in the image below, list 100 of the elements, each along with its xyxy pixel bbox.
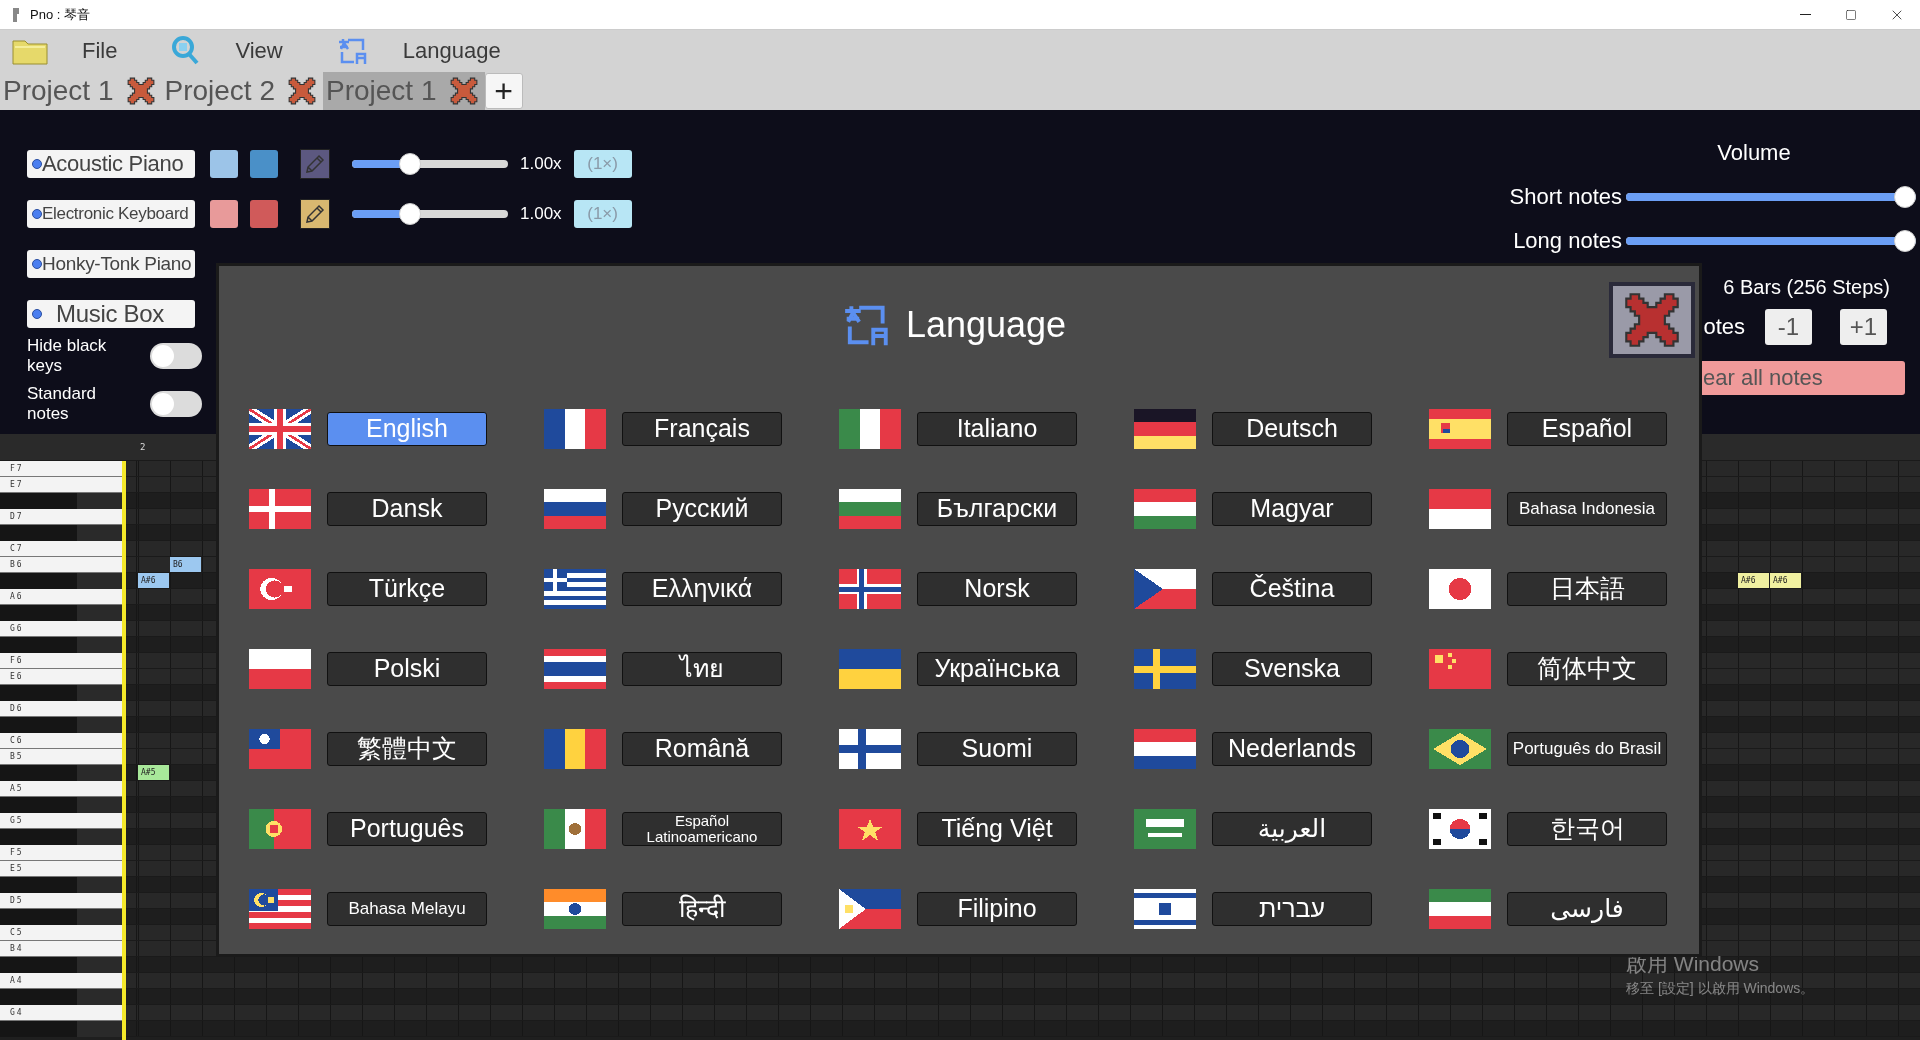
language-button[interactable]: Português do Brasil — [1507, 731, 1667, 766]
slider-thumb[interactable] — [398, 153, 421, 175]
language-button[interactable]: Čeština — [1212, 571, 1372, 606]
language-button[interactable]: Български — [917, 491, 1077, 526]
language-button[interactable]: العربية — [1212, 811, 1372, 846]
language-button[interactable]: Español — [1507, 411, 1667, 446]
piano-key[interactable]: C7 — [0, 541, 122, 557]
toggle-switch[interactable] — [150, 391, 202, 417]
piano-key[interactable] — [0, 797, 122, 813]
step-button[interactable]: -1 — [1765, 309, 1812, 345]
language-button[interactable]: Português — [327, 811, 487, 846]
note-block[interactable]: A#6 — [1770, 573, 1801, 588]
toggle-switch[interactable] — [150, 343, 202, 369]
instrument-name-field[interactable]: Electronic Keyboard — [27, 200, 195, 228]
pencil-button[interactable] — [300, 199, 330, 229]
slider-track[interactable] — [352, 153, 508, 175]
language-button[interactable]: Français — [622, 411, 782, 446]
language-button[interactable]: Italiano — [917, 411, 1077, 446]
piano-key[interactable]: E5 — [0, 861, 122, 877]
piano-key[interactable] — [0, 493, 122, 509]
note-block[interactable]: A#6 — [1738, 573, 1769, 588]
note-block[interactable]: B6 — [170, 557, 201, 572]
project-tab[interactable]: Project 2 — [161, 72, 287, 110]
language-button[interactable]: Tiếng Việt — [917, 811, 1077, 846]
language-button[interactable]: Dansk — [327, 491, 487, 526]
language-button[interactable]: Norsk — [917, 571, 1077, 606]
slider-thumb[interactable] — [1894, 230, 1916, 252]
language-button[interactable]: עברית — [1212, 891, 1372, 926]
instrument-name-field[interactable]: Music Box — [27, 300, 195, 328]
language-button[interactable]: فارسی — [1507, 891, 1667, 926]
language-button[interactable]: Bahasa Melayu — [327, 891, 487, 926]
piano-key[interactable]: G5 — [0, 813, 122, 829]
language-button[interactable]: 日本語 — [1507, 571, 1667, 606]
piano-key[interactable]: E7 — [0, 477, 122, 493]
piano-key[interactable] — [0, 909, 122, 925]
piano-key[interactable]: A5 — [0, 781, 122, 797]
slider-track[interactable] — [1626, 230, 1916, 252]
language-button[interactable]: Ελληνικά — [622, 571, 782, 606]
piano-key[interactable]: F7 — [0, 461, 122, 477]
piano-key[interactable] — [0, 765, 122, 781]
menu-item[interactable]: Language — [396, 38, 507, 64]
piano-key[interactable]: D6 — [0, 701, 122, 717]
menu-item[interactable]: File — [76, 38, 124, 64]
language-button[interactable]: Español Latinoamericano — [622, 811, 782, 846]
piano-key[interactable] — [0, 525, 122, 541]
piano-key[interactable] — [0, 717, 122, 733]
slider-track[interactable] — [1626, 186, 1916, 208]
menu-item[interactable]: View — [229, 38, 289, 64]
color-swatch[interactable] — [250, 200, 278, 228]
language-button[interactable]: Suomi — [917, 731, 1077, 766]
instrument-name-field[interactable]: Acoustic Piano — [27, 150, 195, 178]
piano-key[interactable] — [0, 573, 122, 589]
language-button[interactable]: 繁體中文 — [327, 731, 487, 766]
color-swatch[interactable] — [250, 150, 278, 178]
close-button[interactable] — [1609, 282, 1695, 358]
language-button[interactable]: Polski — [327, 651, 487, 686]
piano-key[interactable]: C5 — [0, 925, 122, 941]
piano-key[interactable] — [0, 989, 122, 1005]
language-button[interactable]: Bahasa Indonesia — [1507, 491, 1667, 526]
folder-icon[interactable] — [12, 37, 48, 65]
piano-key[interactable]: F6 — [0, 653, 122, 669]
piano-key[interactable] — [0, 605, 122, 621]
slider-thumb[interactable] — [1894, 186, 1916, 208]
piano-key[interactable]: D7 — [0, 509, 122, 525]
piano-key[interactable]: G4 — [0, 1005, 122, 1021]
piano-key[interactable]: B5 — [0, 749, 122, 765]
language-button[interactable]: Magyar — [1212, 491, 1372, 526]
note-block[interactable]: A#6 — [138, 573, 169, 588]
language-button[interactable]: Deutsch — [1212, 411, 1372, 446]
language-button[interactable]: Українська — [917, 651, 1077, 686]
note-block[interactable]: A#5 — [138, 765, 169, 780]
piano-key[interactable]: A4 — [0, 973, 122, 989]
slider-thumb[interactable] — [398, 203, 421, 225]
language-button[interactable]: 한국어 — [1507, 811, 1667, 846]
new-tab-button[interactable]: + — [484, 73, 523, 109]
piano-key[interactable]: F5 — [0, 845, 122, 861]
piano-key[interactable] — [0, 637, 122, 653]
language-button[interactable]: ไทย — [622, 651, 782, 686]
language-button[interactable]: Nederlands — [1212, 731, 1372, 766]
piano-key[interactable] — [0, 829, 122, 845]
language-button[interactable]: 简体中文 — [1507, 651, 1667, 686]
slider-track[interactable] — [352, 203, 508, 225]
piano-key[interactable]: D5 — [0, 893, 122, 909]
project-tab[interactable]: Project 1 — [0, 72, 126, 110]
instrument-name-field[interactable]: Honky-Tonk Piano — [27, 250, 195, 278]
tab-close-button[interactable] — [448, 72, 485, 110]
language-button[interactable]: Filipino — [917, 891, 1077, 926]
piano-key[interactable] — [0, 1021, 122, 1037]
piano-key[interactable] — [0, 685, 122, 701]
language-button[interactable]: Română — [622, 731, 782, 766]
piano-key[interactable]: E6 — [0, 669, 122, 685]
piano-key[interactable]: B4 — [0, 941, 122, 957]
color-swatch[interactable] — [210, 150, 238, 178]
piano-key[interactable]: G6 — [0, 621, 122, 637]
piano-key[interactable]: B6 — [0, 557, 122, 573]
piano-key[interactable]: A6 — [0, 589, 122, 605]
color-swatch[interactable] — [210, 200, 238, 228]
step-button[interactable]: +1 — [1840, 309, 1887, 345]
language-button[interactable]: हिन्दी — [622, 891, 782, 926]
language-button[interactable]: Türkçe — [327, 571, 487, 606]
